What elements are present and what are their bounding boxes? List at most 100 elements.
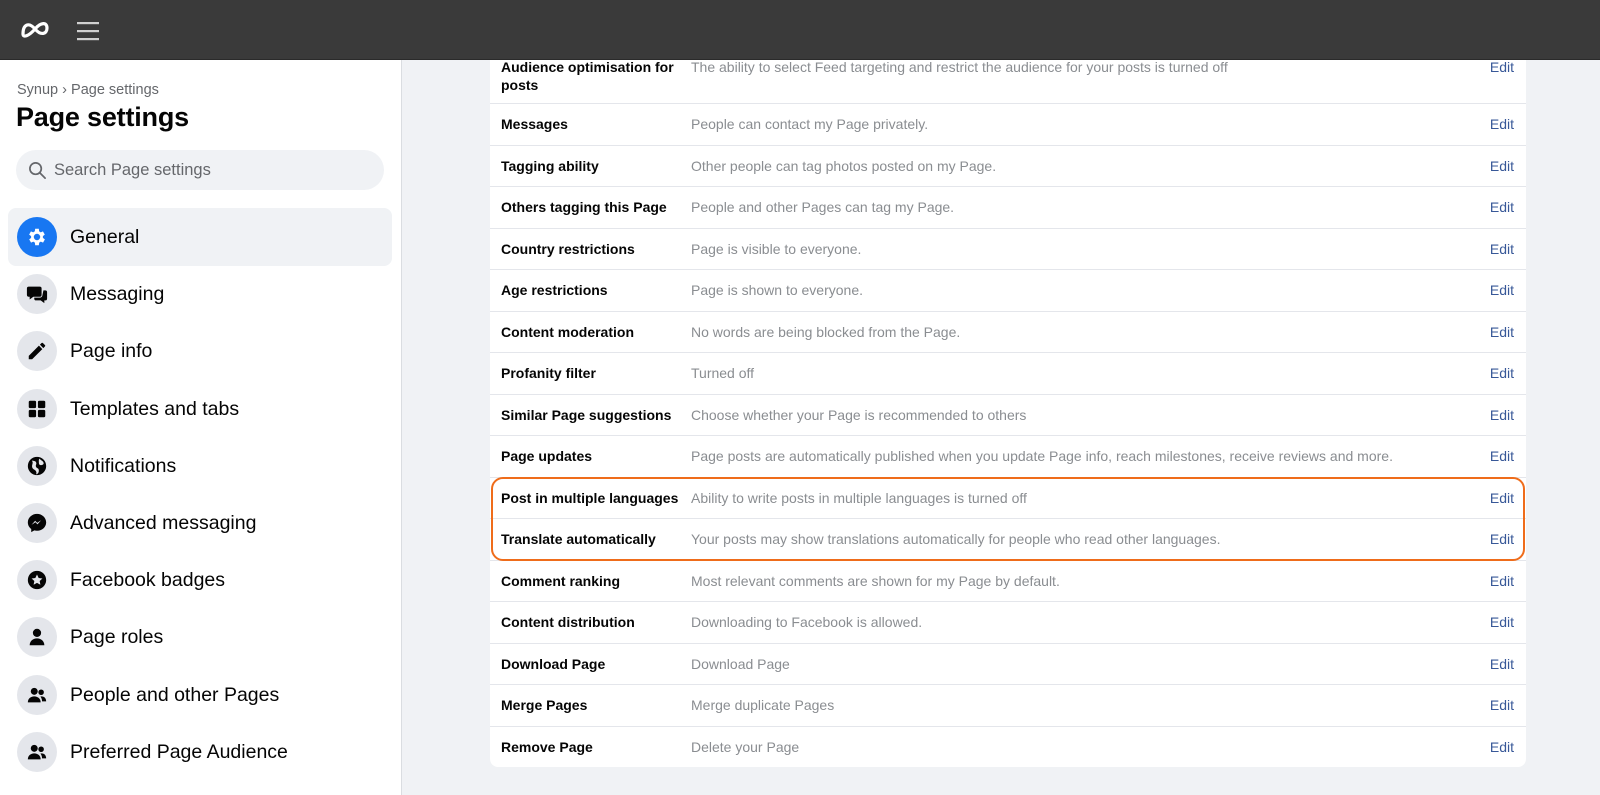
setting-name: Remove Page xyxy=(501,738,593,755)
main-content: Audience optimisation for posts The abil… xyxy=(402,58,1600,795)
sidebar-item-label: Page info xyxy=(70,340,153,363)
sidebar-nav: General Messaging Page info Templates an… xyxy=(8,208,392,780)
setting-row-post-in-multiple-languages: Post in multiple languages Ability to wr… xyxy=(490,478,1526,519)
setting-name: Comment ranking xyxy=(501,572,621,589)
sidebar-item-facebook-badges[interactable]: Facebook badges xyxy=(8,551,392,609)
setting-name: Download Page xyxy=(501,655,606,672)
edit-link[interactable]: Edit xyxy=(1490,655,1514,673)
edit-link[interactable]: Edit xyxy=(1490,364,1514,382)
globe-icon xyxy=(17,445,57,486)
setting-description: Delete your Page xyxy=(691,738,800,755)
sidebar-item-notifications[interactable]: Notifications xyxy=(8,437,392,495)
breadcrumb-separator: › xyxy=(62,82,67,98)
setting-description: Download Page xyxy=(691,655,790,672)
setting-name: Age restrictions xyxy=(501,282,608,298)
sidebar-item-label: Preferred Page Audience xyxy=(70,740,288,763)
setting-name: Page updates xyxy=(501,448,593,464)
search-input[interactable] xyxy=(54,150,374,190)
edit-link[interactable]: Edit xyxy=(1490,157,1514,175)
edit-link[interactable]: Edit xyxy=(1490,489,1514,507)
edit-link[interactable]: Edit xyxy=(1490,406,1514,424)
sidebar-item-messaging[interactable]: Messaging xyxy=(8,265,392,323)
sidebar-item-page-info[interactable]: Page info xyxy=(8,322,392,380)
setting-description: Ability to write posts in multiple langu… xyxy=(691,489,1027,506)
general-settings-card: Audience optimisation for posts The abil… xyxy=(490,58,1526,768)
edit-link[interactable]: Edit xyxy=(1490,613,1514,631)
meta-logo-icon[interactable] xyxy=(20,16,50,42)
setting-name: Translate automatically xyxy=(501,531,656,547)
edit-link[interactable]: Edit xyxy=(1490,738,1514,756)
sidebar-item-preferred-page-audience[interactable]: Preferred Page Audience xyxy=(8,723,392,781)
setting-name: Messages xyxy=(501,116,568,132)
setting-name: Content distribution xyxy=(501,614,635,630)
setting-description: Page is visible to everyone. xyxy=(691,240,862,257)
gear-icon xyxy=(17,217,57,257)
setting-row-others-tagging: Others tagging this Page People and othe… xyxy=(490,187,1526,229)
setting-name: Audience optimisation for posts xyxy=(501,59,674,93)
search-box[interactable] xyxy=(16,150,384,190)
setting-description: Choose whether your Page is recommended … xyxy=(691,406,1027,423)
edit-link[interactable]: Edit xyxy=(1490,58,1514,76)
sidebar-item-general[interactable]: General xyxy=(8,208,392,266)
top-bar xyxy=(0,0,1600,60)
edit-link[interactable]: Edit xyxy=(1490,447,1514,465)
sidebar-item-label: Page roles xyxy=(70,626,164,649)
sidebar-item-label: Notifications xyxy=(70,454,177,477)
edit-link[interactable]: Edit xyxy=(1490,240,1514,258)
setting-description: Downloading to Facebook is allowed. xyxy=(691,614,923,630)
setting-row-profanity-filter: Profanity filter Turned off Edit xyxy=(490,353,1526,395)
setting-row-merge-pages: Merge Pages Merge duplicate Pages Edit xyxy=(490,685,1526,727)
edit-link[interactable]: Edit xyxy=(1490,323,1514,341)
breadcrumb: Synup › Page settings xyxy=(17,82,159,98)
setting-name: Post in multiple languages xyxy=(501,489,679,506)
sidebar-item-people-and-other-pages[interactable]: People and other Pages xyxy=(8,666,392,724)
people-icon xyxy=(17,674,57,715)
sidebar-item-label: Advanced messaging xyxy=(70,512,257,535)
setting-description: Page posts are automatically published w… xyxy=(691,448,1393,464)
setting-row-similar-page-suggestions: Similar Page suggestions Choose whether … xyxy=(490,395,1526,436)
person-icon xyxy=(17,617,57,658)
sidebar-item-templates-and-tabs[interactable]: Templates and tabs xyxy=(8,380,392,438)
setting-row-content-distribution: Content distribution Downloading to Face… xyxy=(490,602,1526,644)
sidebar-item-page-roles[interactable]: Page roles xyxy=(8,608,392,666)
setting-row-remove-page: Remove Page Delete your Page Edit xyxy=(490,727,1526,768)
edit-link[interactable]: Edit xyxy=(1490,198,1514,216)
star-badge-icon xyxy=(17,560,57,601)
edit-link[interactable]: Edit xyxy=(1490,530,1514,548)
setting-name: Merge Pages xyxy=(501,697,588,713)
edit-link[interactable]: Edit xyxy=(1490,696,1514,714)
setting-row-download-page: Download Page Download Page Edit xyxy=(490,644,1526,685)
edit-link[interactable]: Edit xyxy=(1490,281,1514,299)
setting-description: People and other Pages can tag my Page. xyxy=(691,199,955,215)
setting-row-country-restrictions: Country restrictions Page is visible to … xyxy=(490,229,1526,270)
setting-name: Country restrictions xyxy=(501,240,635,257)
setting-description: Most relevant comments are shown for my … xyxy=(691,572,1060,589)
page-title: Page settings xyxy=(16,102,189,132)
search-icon xyxy=(29,162,46,179)
setting-name: Similar Page suggestions xyxy=(501,406,672,423)
setting-name: Content moderation xyxy=(501,323,634,340)
setting-description: Other people can tag photos posted on my… xyxy=(691,157,997,174)
setting-name: Tagging ability xyxy=(501,157,599,174)
breadcrumb-current: Page settings xyxy=(71,82,159,98)
setting-row-page-updates: Page updates Page posts are automaticall… xyxy=(490,436,1526,478)
setting-description: Merge duplicate Pages xyxy=(691,697,835,713)
hamburger-menu-icon[interactable] xyxy=(76,19,100,43)
setting-name: Others tagging this Page xyxy=(501,199,667,215)
setting-description: The ability to select Feed targeting and… xyxy=(691,59,1228,75)
edit-link[interactable]: Edit xyxy=(1490,115,1514,133)
edit-link[interactable]: Edit xyxy=(1490,572,1514,590)
setting-row-messages: Messages People can contact my Page priv… xyxy=(490,104,1526,146)
setting-description: Page is shown to everyone. xyxy=(691,282,863,298)
sidebar-item-advanced-messaging[interactable]: Advanced messaging xyxy=(8,494,392,552)
setting-row-tagging-ability: Tagging ability Other people can tag pho… xyxy=(490,146,1526,187)
pencil-icon xyxy=(17,331,57,372)
setting-row-audience-optimisation: Audience optimisation for posts The abil… xyxy=(490,58,1526,104)
sidebar-item-label: Messaging xyxy=(70,283,165,306)
grid-icon xyxy=(17,388,57,429)
settings-sidebar: Synup › Page settings Page settings Gene… xyxy=(0,60,402,795)
sidebar-item-label: General xyxy=(70,226,140,248)
breadcrumb-parent[interactable]: Synup xyxy=(17,82,58,98)
setting-row-content-moderation: Content moderation No words are being bl… xyxy=(490,312,1526,353)
setting-row-age-restrictions: Age restrictions Page is shown to everyo… xyxy=(490,270,1526,312)
